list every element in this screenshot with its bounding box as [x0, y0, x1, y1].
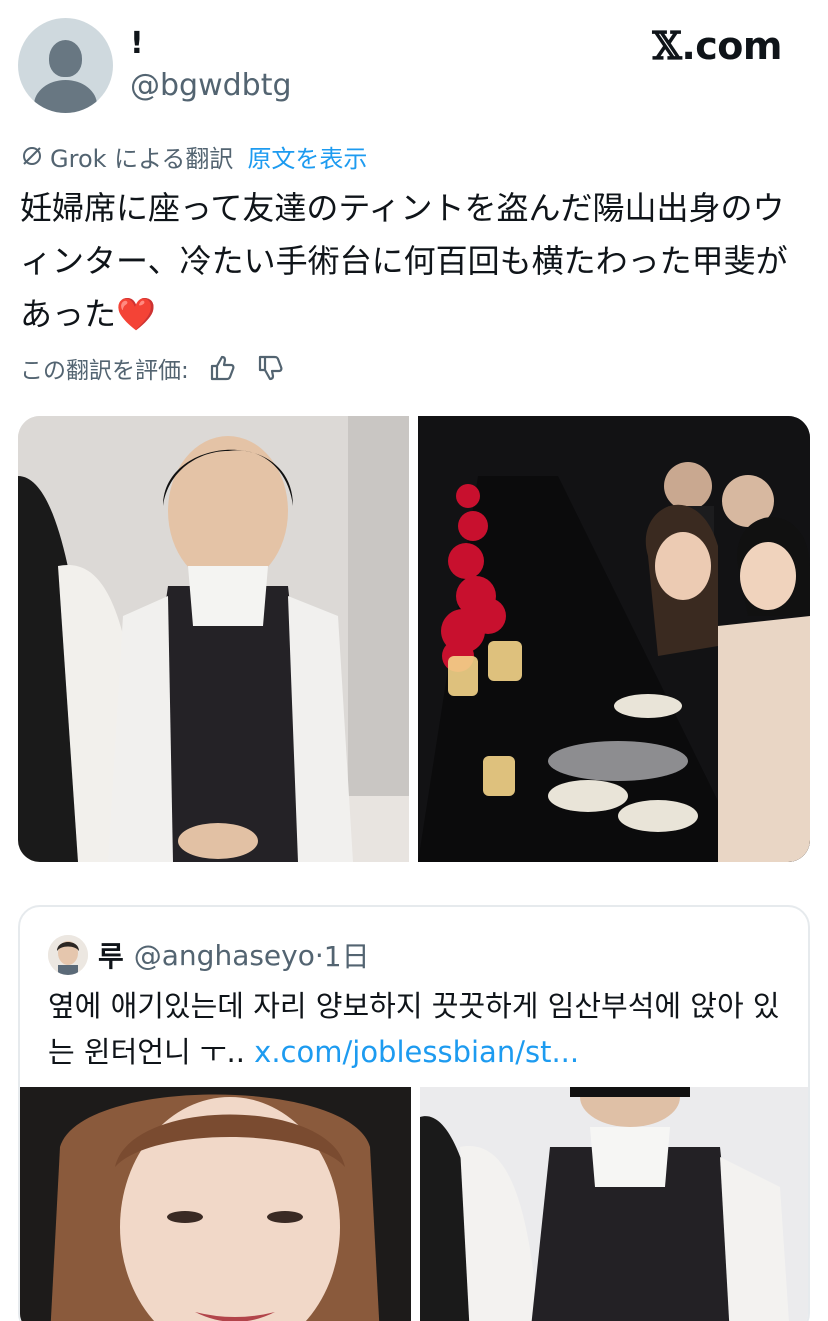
rate-translation-label: この翻訳を評価:	[20, 358, 189, 384]
quoted-tweet[interactable]: 루 @anghaseyo · 1日 옆에 애기있는데 자리 양보하지 끗끗하게 …	[18, 905, 810, 1321]
quote-media-grid	[20, 1087, 808, 1321]
quote-text: 옆에 애기있는데 자리 양보하지 끗끗하게 임산부석에 앉아 있는 윈터언니 ㅜ…	[48, 983, 788, 1075]
x-logo-icon: 𝕏	[652, 23, 682, 68]
author-handle[interactable]: @bgwdbtg	[130, 68, 292, 104]
photo-smiling-face[interactable]	[20, 1087, 411, 1321]
thumbs-down-icon[interactable]	[255, 353, 285, 383]
photo-banquet-table[interactable]	[418, 416, 810, 862]
brand-suffix: .com	[681, 24, 782, 68]
photo-girl-in-vest[interactable]	[18, 416, 409, 862]
tweet-header: ! @bgwdbtg 𝕏.com	[0, 0, 828, 130]
translation-label: Grok による翻訳	[50, 144, 234, 173]
tweet-text: 妊婦席に座って友達のティントを盗んだ陽山出身のウィンター、冷たい手術台に何百回も…	[20, 182, 810, 341]
quote-timestamp: 1日	[323, 940, 370, 973]
quote-author-name[interactable]: 루	[98, 935, 124, 975]
quote-author-handle[interactable]: @anghaseyo	[134, 939, 315, 972]
quote-avatar[interactable]	[48, 935, 88, 975]
grok-icon	[23, 147, 41, 165]
translation-row: Grok による翻訳 原文を表示	[20, 139, 367, 174]
quote-header: 루 @anghaseyo · 1日	[48, 935, 370, 975]
quote-separator: ·	[314, 938, 324, 972]
media-grid	[18, 416, 810, 862]
thumbs-up-icon[interactable]	[207, 353, 237, 383]
rate-translation-row: この翻訳を評価:	[20, 352, 285, 384]
author-display-name[interactable]: !	[130, 26, 144, 62]
show-original-link[interactable]: 原文を表示	[247, 139, 367, 174]
heart-emoji: ❤️	[116, 295, 156, 333]
x-com-logo: 𝕏.com	[652, 23, 782, 69]
quote-link[interactable]: x.com/joblessbian/st...	[254, 1035, 579, 1069]
photo-girl-in-vest-closeup[interactable]	[420, 1087, 808, 1321]
default-avatar-icon[interactable]	[18, 18, 113, 113]
